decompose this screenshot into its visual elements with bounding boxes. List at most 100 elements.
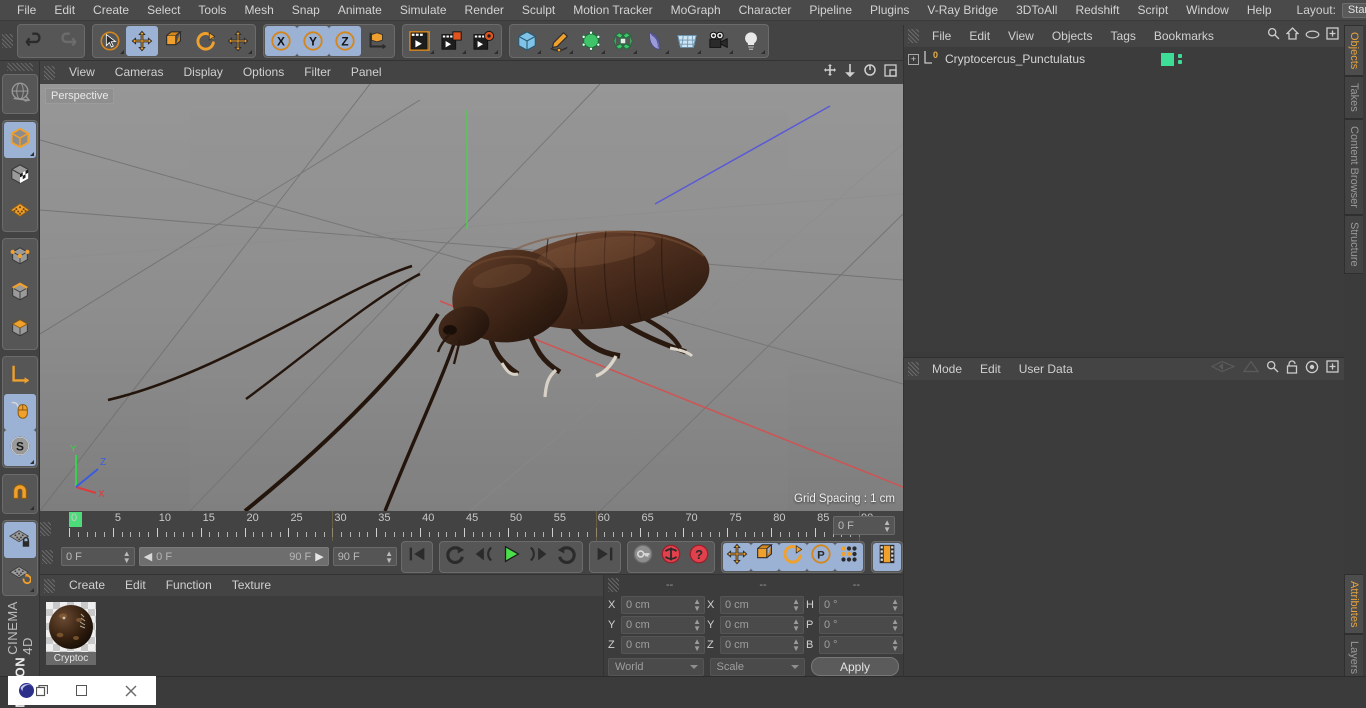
add-environment-button[interactable] xyxy=(671,26,703,56)
object-menu-tags[interactable]: Tags xyxy=(1102,25,1145,47)
record-pla-button[interactable] xyxy=(835,543,863,571)
expand-toggle-icon[interactable]: + xyxy=(908,54,919,65)
menu-item-help[interactable]: Help xyxy=(1238,0,1281,21)
live-selection-button[interactable] xyxy=(94,26,126,56)
size-x-field[interactable]: 0 cm ▲▼ xyxy=(720,596,804,614)
vertical-tab-content-browser[interactable]: Content Browser xyxy=(1344,119,1363,215)
attributes-menu-edit[interactable]: Edit xyxy=(971,358,1010,380)
menu-item-pipeline[interactable]: Pipeline xyxy=(800,0,861,21)
rotate-view-icon[interactable] xyxy=(863,63,877,82)
polygons-mode-button[interactable] xyxy=(4,312,36,348)
submenu-corner-icon[interactable] xyxy=(462,50,466,54)
maximize-view-icon[interactable] xyxy=(884,64,897,82)
panel-gripper[interactable] xyxy=(44,66,55,80)
submenu-corner-icon[interactable] xyxy=(430,50,434,54)
material-preview-swatch[interactable] xyxy=(46,602,96,652)
plus-icon[interactable] xyxy=(1326,360,1339,378)
redo-button[interactable] xyxy=(51,26,83,56)
spinner-icon[interactable]: ▲▼ xyxy=(891,638,899,652)
submenu-corner-icon[interactable] xyxy=(569,50,573,54)
search-icon[interactable] xyxy=(1266,360,1279,378)
search-icon[interactable] xyxy=(1267,27,1280,45)
edges-mode-button[interactable] xyxy=(4,276,36,312)
material-list[interactable]: Cryptoc xyxy=(40,596,603,665)
material-menu-texture[interactable]: Texture xyxy=(222,575,281,596)
lock-z-button[interactable]: Z xyxy=(329,26,361,56)
preview-range-right-arrow[interactable]: ▶ xyxy=(315,550,323,563)
home-icon[interactable] xyxy=(1286,27,1299,45)
object-tree[interactable]: + 0 Cryptocercus_Punctulatus xyxy=(904,47,1344,69)
rotate-button[interactable] xyxy=(190,26,222,56)
add-scene-object-button[interactable] xyxy=(639,26,671,56)
panel-gripper[interactable] xyxy=(2,34,13,48)
submenu-corner-icon[interactable] xyxy=(30,460,34,464)
menu-item-create[interactable]: Create xyxy=(84,0,138,21)
object-menu-bookmarks[interactable]: Bookmarks xyxy=(1145,25,1223,47)
tag-dots-icon[interactable] xyxy=(1178,54,1182,64)
spinner-icon[interactable]: ▲▼ xyxy=(385,550,393,564)
viewport-menu-view[interactable]: View xyxy=(59,61,105,84)
spinner-icon[interactable]: ▲▼ xyxy=(123,550,131,564)
menu-item-animate[interactable]: Animate xyxy=(329,0,391,21)
menu-item-edit[interactable]: Edit xyxy=(45,0,84,21)
viewport-menu-filter[interactable]: Filter xyxy=(294,61,341,84)
preview-range-left-arrow[interactable]: ◀ xyxy=(144,550,152,563)
close-window-button[interactable] xyxy=(107,676,156,705)
panel-gripper[interactable] xyxy=(7,63,33,71)
menu-item-window[interactable]: Window xyxy=(1177,0,1238,21)
plus-icon[interactable] xyxy=(1326,27,1339,45)
vertical-tab-objects[interactable]: Objects xyxy=(1344,25,1363,76)
nav-back-icon[interactable] xyxy=(1210,360,1236,378)
viewport-3d[interactable]: Perspective Grid Spacing : 1 cm Y X Z xyxy=(40,84,903,511)
timeline-right-frame-field[interactable]: 0 F ▲▼ xyxy=(833,516,895,535)
panel-gripper[interactable] xyxy=(44,579,55,593)
lock-workplane-button[interactable] xyxy=(4,522,36,558)
render-to-picture-viewer-button[interactable] xyxy=(436,26,468,56)
spinner-icon[interactable]: ▲▼ xyxy=(693,638,701,652)
material-item[interactable]: Cryptoc xyxy=(46,602,96,665)
position-z-field[interactable]: 0 cm ▲▼ xyxy=(621,636,705,654)
material-menu-function[interactable]: Function xyxy=(156,575,222,596)
move-button[interactable] xyxy=(126,26,158,56)
object-menu-file[interactable]: File xyxy=(923,25,960,47)
vertical-tab-takes[interactable]: Takes xyxy=(1344,76,1363,119)
record-keyframe-button[interactable] xyxy=(629,543,657,571)
submenu-corner-icon[interactable] xyxy=(30,506,34,510)
record-rotation-button[interactable] xyxy=(779,543,807,571)
undo-button[interactable] xyxy=(19,26,51,56)
panel-gripper[interactable] xyxy=(40,522,51,536)
submenu-corner-icon[interactable] xyxy=(601,50,605,54)
size-y-field[interactable]: 0 cm ▲▼ xyxy=(720,616,804,634)
record-position-button[interactable] xyxy=(723,543,751,571)
soft-selection-button[interactable]: S xyxy=(4,430,36,466)
go-to-start-button[interactable] xyxy=(403,543,431,571)
panel-gripper[interactable] xyxy=(908,29,919,43)
step-forward-button[interactable] xyxy=(525,543,553,571)
menu-item-script[interactable]: Script xyxy=(1128,0,1177,21)
submenu-corner-icon[interactable] xyxy=(697,50,701,54)
object-menu-view[interactable]: View xyxy=(999,25,1043,47)
scale-button[interactable] xyxy=(158,26,190,56)
apply-button[interactable]: Apply xyxy=(811,657,899,676)
spinner-icon[interactable]: ▲▼ xyxy=(891,618,899,632)
submenu-corner-icon[interactable] xyxy=(494,50,498,54)
play-forward-loop-button[interactable] xyxy=(553,543,581,571)
planar-workplane-button[interactable] xyxy=(4,558,36,594)
menu-item-plugins[interactable]: Plugins xyxy=(861,0,918,21)
coordinate-mode-dropdown[interactable]: Scale xyxy=(710,658,806,676)
record-parameter-button[interactable]: P xyxy=(807,543,835,571)
material-tag-icon[interactable] xyxy=(1161,53,1174,66)
spinner-icon[interactable]: ▲▼ xyxy=(792,618,800,632)
maximize-window-button[interactable] xyxy=(57,676,106,705)
play-reverse-loop-button[interactable] xyxy=(441,543,469,571)
add-spline-button[interactable] xyxy=(543,26,575,56)
menu-item-file[interactable]: File xyxy=(8,0,45,21)
coordinate-system-button[interactable] xyxy=(361,26,393,56)
object-menu-objects[interactable]: Objects xyxy=(1043,25,1102,47)
material-menu-edit[interactable]: Edit xyxy=(115,575,156,596)
add-generator-button[interactable] xyxy=(575,26,607,56)
attributes-menu-mode[interactable]: Mode xyxy=(923,358,971,380)
rotation-p-field[interactable]: 0 ° ▲▼ xyxy=(819,616,903,634)
lock-y-button[interactable]: Y xyxy=(297,26,329,56)
menu-item-v-ray-bridge[interactable]: V-Ray Bridge xyxy=(918,0,1007,21)
